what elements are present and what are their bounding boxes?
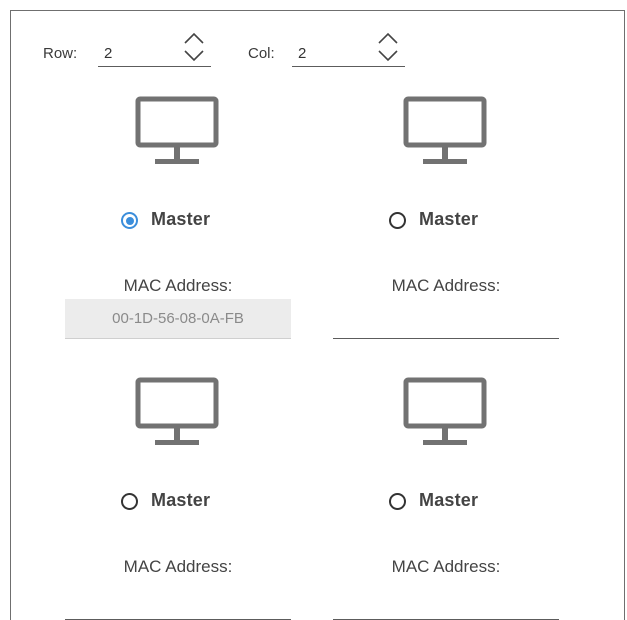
chevron-down-icon[interactable] xyxy=(183,49,205,63)
mac-address-input[interactable] xyxy=(333,580,559,620)
col-spinner: Col: 2 xyxy=(248,32,428,77)
row-spinner: Row: 2 xyxy=(43,32,223,77)
master-label: Master xyxy=(419,490,479,510)
radio-button[interactable] xyxy=(121,493,138,510)
col-label: Col: xyxy=(248,45,275,62)
display-cell: Master MAC Address: xyxy=(333,377,559,620)
display-cell: Master MAC Address: xyxy=(333,96,559,339)
monitor-icon xyxy=(135,377,219,449)
mac-address-field: 00-1D-56-08-0A-FB xyxy=(65,299,291,339)
mac-address-label: MAC Address: xyxy=(391,276,501,295)
master-radio[interactable]: Master xyxy=(389,209,509,233)
radio-button[interactable] xyxy=(389,212,406,229)
monitor-icon xyxy=(403,96,487,168)
mac-address-label: MAC Address: xyxy=(391,557,501,576)
row-value: 2 xyxy=(104,45,113,62)
radio-button[interactable] xyxy=(389,493,406,510)
mac-address-label: MAC Address: xyxy=(123,276,233,295)
display-cell: Master MAC Address: 00-1D-56-08-0A-FB xyxy=(65,96,291,339)
master-label: Master xyxy=(419,209,479,229)
chevron-up-icon[interactable] xyxy=(183,31,205,45)
chevron-down-icon[interactable] xyxy=(377,49,399,63)
radio-button[interactable] xyxy=(121,212,138,229)
display-cell: Master MAC Address: xyxy=(65,377,291,620)
col-value: 2 xyxy=(298,45,307,62)
row-label: Row: xyxy=(43,45,78,62)
video-wall-panel: Row: 2 Col: 2 Master MAC Address: 00-1D-… xyxy=(10,10,625,620)
master-radio[interactable]: Master xyxy=(389,490,509,514)
mac-address-input[interactable] xyxy=(333,299,559,339)
mac-address-input[interactable] xyxy=(65,580,291,620)
monitor-icon xyxy=(135,96,219,168)
col-input[interactable]: 2 xyxy=(292,31,405,67)
mac-address-label: MAC Address: xyxy=(123,557,233,576)
chevron-up-icon[interactable] xyxy=(377,31,399,45)
master-label: Master xyxy=(151,209,211,229)
master-radio[interactable]: Master xyxy=(121,490,241,514)
row-input[interactable]: 2 xyxy=(98,31,211,67)
master-radio[interactable]: Master xyxy=(121,209,241,233)
monitor-icon xyxy=(403,377,487,449)
master-label: Master xyxy=(151,490,211,510)
